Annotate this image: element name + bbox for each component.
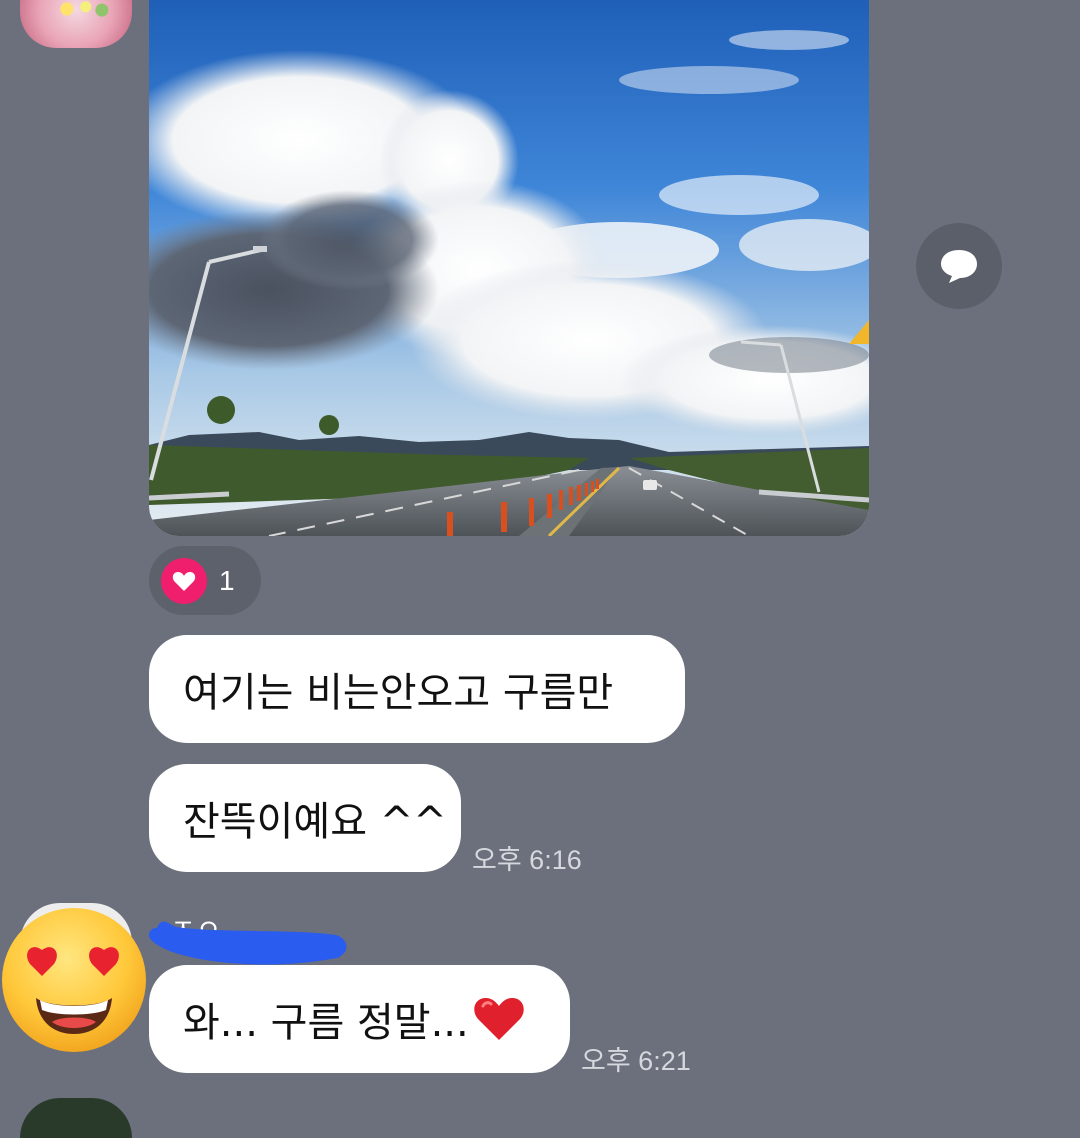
smiling-face-with-heart-eyes-icon: [2, 908, 146, 1052]
reaction-count: 1: [219, 564, 235, 596]
redaction-scribble: [149, 921, 347, 965]
message-bubble[interactable]: 여기는 비는안오고 구름만: [149, 635, 685, 743]
message-text: 잔뜩이예요 ^^: [183, 799, 447, 845]
heart-reaction-icon: [161, 557, 207, 604]
message-timestamp: 오후 6:21: [581, 1046, 691, 1076]
photo-message-image[interactable]: [149, 0, 869, 536]
message-text: 와... 구름 정말...: [183, 1000, 469, 1046]
sender-avatar[interactable]: [20, 0, 132, 48]
avatar-flowers-image: [56, 0, 110, 20]
reply-message-bubble[interactable]: 와... 구름 정말...: [149, 965, 570, 1073]
message-bubble[interactable]: 잔뜩이예요 ^^: [149, 764, 461, 872]
red-heart-icon: [473, 998, 524, 1040]
message-text: 여기는 비는안오고 구름만: [183, 670, 614, 716]
message-timestamp: 오후 6:16: [472, 845, 582, 875]
comment-button[interactable]: [916, 223, 1002, 309]
speech-bubble-icon: [941, 250, 977, 283]
reaction-badge[interactable]: 1: [149, 546, 261, 615]
next-sender-avatar[interactable]: [20, 1098, 132, 1138]
